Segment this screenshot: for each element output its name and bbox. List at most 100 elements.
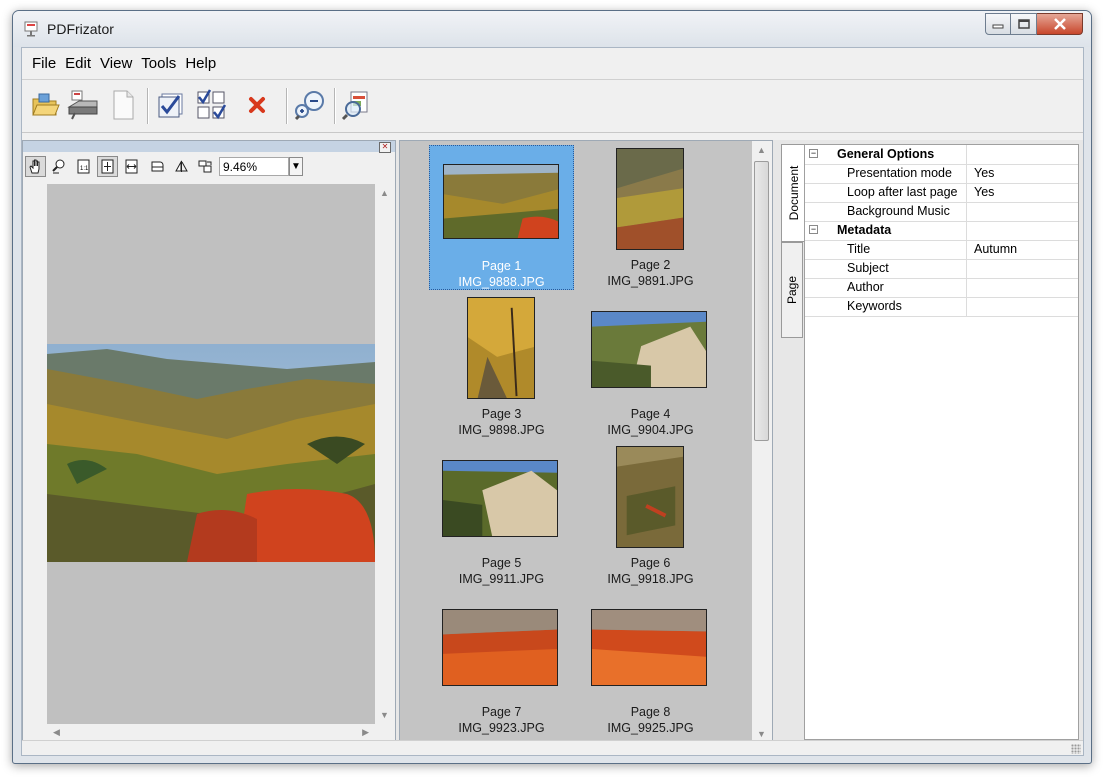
client-area: File Edit View Tools Help ✕ 1:1 9.46% ▼ …	[21, 47, 1084, 756]
page-preview-image	[47, 344, 375, 562]
panel-header: ✕	[23, 141, 395, 153]
caption-buttons	[985, 13, 1083, 35]
thumbnail-image	[443, 164, 559, 239]
zoom-input[interactable]: 9.46%	[219, 157, 289, 176]
toolbar-separator	[334, 88, 336, 124]
property-key: Title	[821, 240, 967, 259]
thumbnail-item[interactable]: Page 4 IMG_9904.JPG	[578, 294, 723, 439]
toolbar-separator	[147, 88, 149, 124]
close-button[interactable]	[1037, 13, 1083, 35]
property-category-row[interactable]: − General Options	[805, 145, 1078, 165]
fit-page-button[interactable]	[97, 156, 118, 177]
title-bar[interactable]: PDFrizator	[13, 11, 1091, 47]
tab-page-label: Page	[785, 275, 799, 305]
thumbnail-image	[591, 311, 707, 388]
thumbnail-item[interactable]: Page 3 IMG_9898.JPG	[429, 294, 574, 439]
scroll-right-icon[interactable]: ▶	[362, 727, 369, 738]
resize-grip[interactable]	[1071, 744, 1081, 754]
viewer-vertical-scrollbar[interactable]: ▲ ▼	[376, 184, 393, 724]
maximize-button[interactable]	[1011, 13, 1037, 35]
thumbnail-page-label: Page 8	[630, 705, 671, 719]
thumbnail-item[interactable]: Page 7 IMG_9923.JPG	[429, 592, 574, 737]
property-row[interactable]: Background Music	[805, 202, 1078, 222]
rotate-icon	[151, 161, 164, 172]
scroll-up-icon[interactable]: ▲	[757, 145, 766, 155]
thumbnail-file-label: IMG_9911.JPG	[458, 572, 545, 586]
select-pages-button[interactable]	[194, 88, 228, 122]
hand-icon	[29, 159, 40, 174]
scroll-down-icon[interactable]: ▼	[757, 729, 766, 739]
pan-tool-button[interactable]	[25, 156, 46, 177]
minimize-button[interactable]	[985, 13, 1011, 35]
property-row[interactable]: Subject	[805, 259, 1078, 279]
open-folder-icon	[32, 93, 60, 116]
thumbnail-item[interactable]: Page 8 IMG_9925.JPG	[578, 592, 723, 737]
fit-width-icon	[125, 159, 138, 174]
property-category-label: General Options	[821, 145, 967, 164]
delete-button[interactable]	[240, 88, 274, 122]
scrollbar-thumb[interactable]	[754, 161, 769, 441]
collapse-icon[interactable]: −	[809, 225, 818, 234]
zoom-button[interactable]	[294, 88, 328, 122]
thumbnail-item[interactable]: Page 5 IMG_9911.JPG	[429, 443, 574, 588]
minimize-icon	[992, 24, 1004, 29]
menu-file[interactable]: File	[28, 55, 60, 72]
fit-width-button[interactable]	[121, 156, 142, 177]
select-all-button[interactable]	[154, 88, 188, 122]
property-value[interactable]: Yes	[971, 164, 994, 183]
scroll-left-icon[interactable]: ◀	[53, 727, 60, 738]
property-key: Background Music	[821, 202, 967, 221]
actual-size-button[interactable]: 1:1	[73, 156, 94, 177]
thumbnail-page-label: Page 1	[481, 259, 522, 273]
property-row[interactable]: Presentation mode Yes	[805, 164, 1078, 184]
menu-help[interactable]: Help	[181, 55, 220, 72]
tab-page[interactable]: Page	[781, 242, 803, 338]
zoom-dropdown-button[interactable]: ▼	[289, 157, 303, 176]
rotate-button[interactable]	[147, 156, 168, 177]
menu-view[interactable]: View	[96, 55, 136, 72]
thumbnail-scrollbar[interactable]: ▲ ▼	[752, 141, 772, 743]
app-icon	[24, 21, 38, 37]
thumbnail-file-label: IMG_9925.JPG	[607, 721, 694, 735]
tab-document[interactable]: Document	[781, 144, 805, 242]
tab-document-label: Document	[786, 165, 801, 221]
thumbnail-item[interactable]: Page 6 IMG_9918.JPG	[578, 443, 723, 588]
property-value[interactable]: Autumn	[971, 240, 1017, 259]
menu-edit[interactable]: Edit	[61, 55, 95, 72]
viewer-horizontal-scrollbar[interactable]: ◀ ▶	[47, 724, 375, 741]
maximize-icon	[1017, 19, 1030, 29]
svg-text:1:1: 1:1	[80, 166, 89, 172]
property-row[interactable]: Keywords	[805, 297, 1078, 317]
thumbnail-image	[616, 446, 684, 548]
thumbnail-item[interactable]: Page 1 IMG_9888.JPG	[429, 145, 574, 290]
property-category-row[interactable]: − Metadata	[805, 221, 1078, 241]
scroll-down-icon[interactable]: ▼	[380, 710, 389, 720]
property-row[interactable]: Author	[805, 278, 1078, 298]
thumbnail-item[interactable]: Page 2 IMG_9891.JPG	[578, 145, 723, 290]
property-row[interactable]: Loop after last page Yes	[805, 183, 1078, 203]
thumbnail-file-label: IMG_9898.JPG	[458, 423, 545, 437]
select-some-icon	[197, 89, 227, 120]
menu-tools[interactable]: Tools	[137, 55, 180, 72]
scroll-up-icon[interactable]: ▲	[380, 188, 389, 198]
collapse-icon[interactable]: −	[809, 149, 818, 158]
page-canvas[interactable]	[47, 184, 375, 724]
flip-button[interactable]	[171, 156, 192, 177]
panel-close-button[interactable]: ✕	[379, 142, 391, 153]
zoom-tool-button[interactable]	[48, 156, 69, 177]
scan-button[interactable]	[66, 88, 100, 122]
pages-button[interactable]	[195, 156, 216, 177]
chevron-down-icon: ▼	[291, 161, 301, 172]
zoom-icon	[294, 91, 324, 121]
property-value[interactable]: Yes	[971, 183, 994, 202]
property-key: Loop after last page	[821, 183, 967, 202]
thumbnail-file-label: IMG_9888.JPG	[458, 275, 545, 289]
property-row[interactable]: Title Autumn	[805, 240, 1078, 260]
preview-icon	[341, 91, 368, 121]
zoom-hand-icon	[52, 159, 65, 174]
preview-button[interactable]	[340, 88, 374, 122]
thumbnail-page-label: Page 7	[481, 705, 522, 719]
open-button[interactable]	[28, 88, 62, 122]
new-page-button[interactable]	[106, 88, 140, 122]
scanner-icon	[67, 90, 98, 120]
